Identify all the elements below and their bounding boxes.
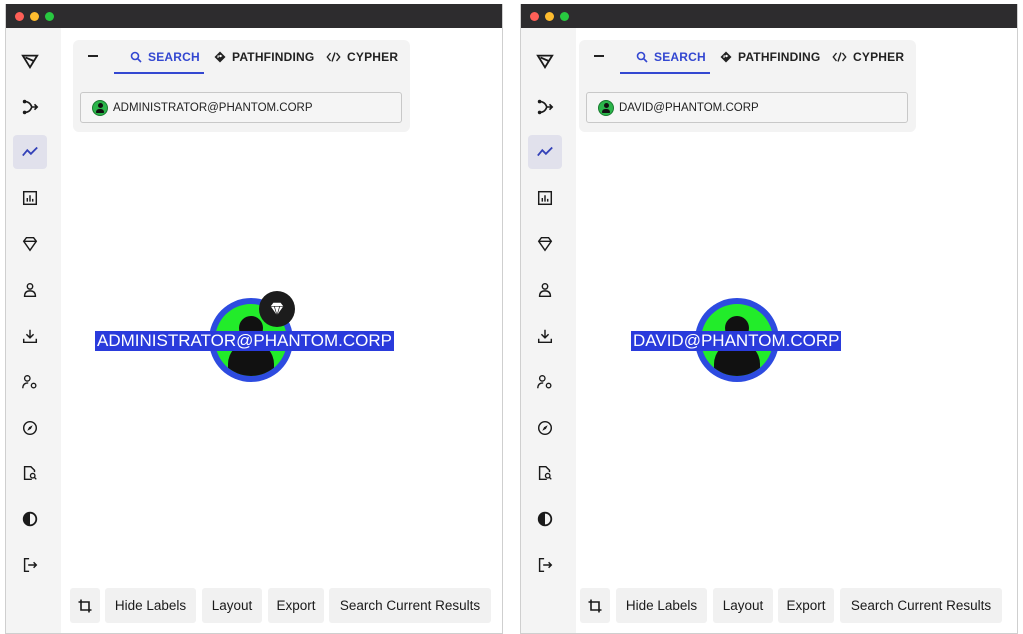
file-search-icon[interactable] bbox=[528, 456, 562, 490]
branch-arrow-icon[interactable] bbox=[528, 90, 562, 124]
title-bar bbox=[521, 4, 1017, 28]
tab-search[interactable]: SEARCH bbox=[620, 40, 710, 74]
collapse-icon[interactable] bbox=[591, 48, 607, 64]
sidebar bbox=[6, 28, 61, 633]
tab-label: PATHFINDING bbox=[232, 49, 315, 64]
download-icon[interactable] bbox=[13, 319, 47, 353]
export-button[interactable]: Export bbox=[778, 588, 834, 623]
crop-icon bbox=[588, 599, 602, 612]
sidebar bbox=[521, 28, 576, 633]
user-icon[interactable] bbox=[528, 273, 562, 307]
bar-chart-icon[interactable] bbox=[13, 181, 47, 215]
search-current-results-button[interactable]: Search Current Results bbox=[840, 588, 1002, 623]
close-window-button[interactable] bbox=[530, 12, 539, 21]
tab-label: SEARCH bbox=[148, 49, 200, 64]
user-icon bbox=[92, 99, 108, 116]
minimize-window-button[interactable] bbox=[545, 12, 554, 21]
crop-button[interactable] bbox=[580, 588, 610, 623]
graph-node-label: DAVID@PHANTOM.CORP bbox=[631, 331, 842, 351]
search-panel: SEARCH PATHFINDING CYPHER DAVID@PHANTOM.… bbox=[579, 40, 916, 132]
contrast-icon[interactable] bbox=[13, 502, 47, 536]
app-window-left: SEARCH PATHFINDING CYPHER ADMINISTRATOR@… bbox=[5, 4, 503, 634]
download-icon[interactable] bbox=[528, 319, 562, 353]
high-value-diamond-icon bbox=[259, 291, 295, 327]
app-window-right: SEARCH PATHFINDING CYPHER DAVID@PHANTOM.… bbox=[520, 4, 1018, 634]
zoom-window-button[interactable] bbox=[45, 12, 54, 21]
export-button[interactable]: Export bbox=[268, 588, 324, 623]
search-node-label: ADMINISTRATOR@PHANTOM.CORP bbox=[113, 101, 313, 114]
user-gear-icon[interactable] bbox=[528, 365, 562, 399]
search-current-results-button[interactable]: Search Current Results bbox=[329, 588, 491, 623]
code-icon bbox=[832, 51, 847, 62]
branch-arrow-icon[interactable] bbox=[13, 90, 47, 124]
zoom-window-button[interactable] bbox=[560, 12, 569, 21]
hide-labels-button[interactable]: Hide Labels bbox=[105, 588, 196, 623]
close-window-button[interactable] bbox=[15, 12, 24, 21]
tab-bar: SEARCH PATHFINDING CYPHER bbox=[73, 40, 410, 74]
crop-button[interactable] bbox=[70, 588, 100, 623]
tab-pathfinding[interactable]: PATHFINDING bbox=[214, 40, 314, 73]
contrast-icon[interactable] bbox=[528, 502, 562, 536]
layout-button[interactable]: Layout bbox=[713, 588, 773, 623]
search-icon bbox=[636, 51, 648, 63]
search-panel: SEARCH PATHFINDING CYPHER ADMINISTRATOR@… bbox=[73, 40, 410, 132]
tab-label: CYPHER bbox=[347, 49, 399, 64]
user-icon[interactable] bbox=[13, 273, 47, 307]
trend-chart-icon[interactable] bbox=[528, 135, 562, 169]
tab-label: PATHFINDING bbox=[738, 49, 821, 64]
layout-button[interactable]: Layout bbox=[202, 588, 262, 623]
trend-chart-icon[interactable] bbox=[13, 135, 47, 169]
direction-diamond-icon bbox=[214, 51, 226, 62]
search-node-field[interactable]: ADMINISTRATOR@PHANTOM.CORP bbox=[80, 92, 402, 123]
collapse-icon[interactable] bbox=[85, 48, 101, 64]
graph-node-label: ADMINISTRATOR@PHANTOM.CORP bbox=[95, 331, 394, 351]
logo-icon[interactable] bbox=[13, 44, 47, 78]
diamond-icon[interactable] bbox=[528, 227, 562, 261]
minimize-window-button[interactable] bbox=[30, 12, 39, 21]
search-node-field[interactable]: DAVID@PHANTOM.CORP bbox=[586, 92, 908, 123]
code-icon bbox=[326, 51, 341, 62]
logout-icon[interactable] bbox=[528, 548, 562, 582]
diamond-icon[interactable] bbox=[13, 227, 47, 261]
file-search-icon[interactable] bbox=[13, 456, 47, 490]
tab-pathfinding[interactable]: PATHFINDING bbox=[720, 40, 820, 73]
title-bar bbox=[6, 4, 502, 28]
logout-icon[interactable] bbox=[13, 548, 47, 582]
crop-icon bbox=[78, 599, 92, 612]
compass-icon[interactable] bbox=[13, 411, 47, 445]
tab-cypher[interactable]: CYPHER bbox=[832, 40, 904, 73]
tab-cypher[interactable]: CYPHER bbox=[326, 40, 398, 73]
tab-label: SEARCH bbox=[654, 49, 706, 64]
tab-search[interactable]: SEARCH bbox=[114, 40, 204, 74]
direction-diamond-icon bbox=[720, 51, 732, 62]
user-gear-icon[interactable] bbox=[13, 365, 47, 399]
search-icon bbox=[130, 51, 142, 63]
tab-label: CYPHER bbox=[853, 49, 905, 64]
tab-bar: SEARCH PATHFINDING CYPHER bbox=[579, 40, 916, 74]
bar-chart-icon[interactable] bbox=[528, 181, 562, 215]
search-node-label: DAVID@PHANTOM.CORP bbox=[619, 101, 759, 114]
user-icon bbox=[598, 99, 614, 116]
hide-labels-button[interactable]: Hide Labels bbox=[616, 588, 707, 623]
compass-icon[interactable] bbox=[528, 411, 562, 445]
logo-icon[interactable] bbox=[528, 44, 562, 78]
